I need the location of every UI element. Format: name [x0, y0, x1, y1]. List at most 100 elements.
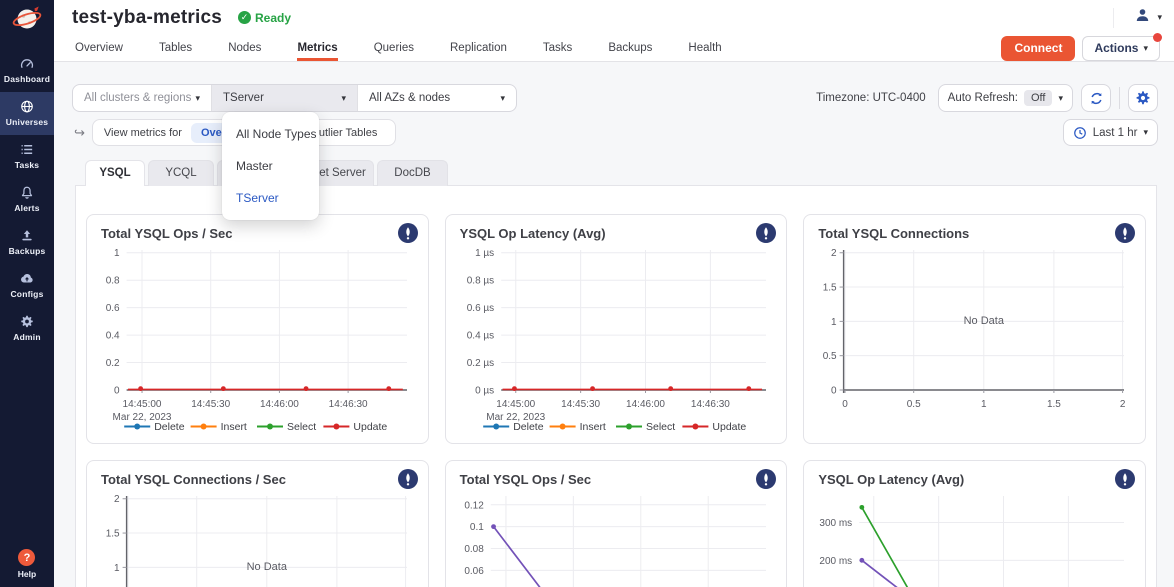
help-icon: ? [18, 549, 35, 566]
charts-panel: Total YSQL Ops / Sec 00.20.40.60.8114:45… [75, 185, 1157, 587]
svg-text:Insert: Insert [221, 421, 247, 433]
refresh-icon [1089, 91, 1104, 106]
clusters-regions-select[interactable]: All clusters & regions ▾ [73, 85, 212, 111]
line-chart: 00.20.40.60.8114:45:00Mar 22, 202314:45:… [97, 244, 417, 436]
actions-button[interactable]: Actions ▾ [1082, 36, 1160, 61]
chart-title: Total YSQL Ops / Sec [101, 226, 233, 241]
svg-text:0: 0 [831, 386, 837, 397]
svg-text:0.12: 0.12 [464, 500, 484, 511]
page-title: test-yba-metrics [72, 7, 222, 29]
chevron-down-icon: ▾ [1143, 127, 1148, 138]
node-type-dropdown-menu: All Node Types Master TServer [222, 112, 319, 220]
tab-queries[interactable]: Queries [374, 35, 414, 61]
chart-title: YSQL Op Latency (Avg) [460, 226, 606, 241]
actions-label: Actions [1094, 41, 1138, 55]
main-area: test-yba-metrics ✓ Ready ▾ Overview Tabl… [54, 0, 1174, 587]
settings-button[interactable] [1128, 84, 1158, 112]
clock-icon [1073, 126, 1087, 140]
svg-text:Select: Select [287, 421, 316, 433]
svg-text:0: 0 [114, 386, 120, 397]
status-text: Ready [255, 11, 291, 25]
sidebar: Dashboard Universes Tasks [0, 0, 54, 587]
svg-text:1: 1 [831, 317, 837, 328]
node-type-select[interactable]: TServer ▾ [212, 85, 358, 111]
chevron-down-icon: ▾ [1143, 43, 1148, 54]
chart-card-ysql-op-latency: YSQL Op Latency (Avg) 0 µs0.2 µs0.4 µs0.… [445, 214, 788, 444]
svg-text:1 µs: 1 µs [475, 248, 494, 259]
svg-text:1: 1 [981, 399, 987, 410]
sidebar-item-configs[interactable]: Configs [0, 264, 54, 307]
gear-icon [1135, 90, 1151, 106]
chevron-down-icon: ▾ [500, 93, 505, 104]
node-type-value: TServer [223, 92, 264, 104]
svg-text:0.08: 0.08 [464, 544, 484, 555]
auto-refresh-label: Auto Refresh: [948, 92, 1018, 104]
menu-item-master[interactable]: Master [222, 150, 319, 182]
cloud-icon [19, 271, 35, 286]
yugabyte-logo-icon[interactable] [10, 4, 44, 41]
tab-replication[interactable]: Replication [450, 35, 507, 61]
svg-text:Update: Update [353, 421, 387, 433]
check-icon: ✓ [238, 11, 251, 24]
universe-tabs: Overview Tables Nodes Metrics Queries Re… [75, 35, 722, 61]
svg-text:Delete: Delete [513, 421, 544, 433]
metric-tab-ycql[interactable]: YCQL [148, 160, 214, 186]
chart-card-total-ysql-connections-sec: Total YSQL Connections / Sec 00.511.5200… [86, 460, 429, 587]
tab-health[interactable]: Health [688, 35, 721, 61]
svg-text:0.2: 0.2 [106, 358, 120, 369]
menu-item-all-node-types[interactable]: All Node Types [222, 118, 319, 150]
view-metrics-label: View metrics for [101, 127, 182, 139]
chart-card-total-ysql-connections: Total YSQL Connections 00.511.5200.511.5… [803, 214, 1146, 444]
tab-tables[interactable]: Tables [159, 35, 192, 61]
sidebar-item-label: Universes [6, 117, 48, 127]
azs-nodes-value: All AZs & nodes [369, 92, 450, 104]
yugabyte-badge-icon [756, 469, 776, 489]
chevron-down-icon: ▾ [195, 93, 200, 104]
sidebar-item-help[interactable]: ? Help [18, 549, 36, 579]
sidebar-item-alerts[interactable]: Alerts [0, 178, 54, 221]
sidebar-nav: Dashboard Universes Tasks [0, 49, 54, 350]
connect-button[interactable]: Connect [1001, 36, 1075, 61]
svg-text:1.5: 1.5 [106, 529, 120, 540]
chart-card-total-ysql-ops-sec-node: Total YSQL Ops / Sec 00.020.040.060.080.… [445, 460, 788, 587]
line-chart: 00.020.040.060.080.10.1214:45:00Mar 22, … [456, 490, 776, 587]
svg-text:14:45:00: 14:45:00 [123, 399, 162, 410]
sidebar-item-backups[interactable]: Backups [0, 221, 54, 264]
sidebar-item-admin[interactable]: Admin [0, 307, 54, 350]
tab-backups[interactable]: Backups [608, 35, 652, 61]
svg-text:Select: Select [646, 421, 675, 433]
menu-item-tserver[interactable]: TServer [222, 182, 319, 214]
top-bar: test-yba-metrics ✓ Ready ▾ [54, 0, 1174, 35]
timezone-label: Timezone: UTC-0400 [816, 92, 926, 104]
sidebar-item-label: Dashboard [4, 74, 50, 84]
svg-text:14:46:00: 14:46:00 [626, 399, 665, 410]
universes-icon [19, 99, 35, 114]
tab-metrics[interactable]: Metrics [297, 35, 337, 61]
scope-selects: All clusters & regions ▾ TServer ▾ All A… [72, 84, 517, 112]
sidebar-item-tasks[interactable]: Tasks [0, 135, 54, 178]
yugabyte-badge-icon [398, 223, 418, 243]
sidebar-item-label: Help [18, 569, 36, 579]
azs-nodes-select[interactable]: All AZs & nodes ▾ [358, 85, 516, 111]
tab-overview[interactable]: Overview [75, 35, 123, 61]
universe-nav: Overview Tables Nodes Metrics Queries Re… [54, 35, 1174, 62]
sidebar-item-label: Backups [9, 246, 46, 256]
tab-tasks[interactable]: Tasks [543, 35, 572, 61]
svg-text:14:45:30: 14:45:30 [191, 399, 230, 410]
user-menu[interactable]: ▾ [1113, 7, 1174, 28]
filter-right: Timezone: UTC-0400 Auto Refresh: Off ▾ [816, 84, 1158, 112]
metric-tab-ysql[interactable]: YSQL [85, 160, 145, 186]
line-chart: 0 ms100 ms200 ms300 ms14:45:00Mar 22, 20… [814, 490, 1134, 587]
yugabyte-badge-icon [1115, 469, 1135, 489]
sidebar-item-dashboard[interactable]: Dashboard [0, 49, 54, 92]
auto-refresh-select[interactable]: Auto Refresh: Off ▾ [938, 84, 1073, 112]
refresh-button[interactable] [1081, 84, 1111, 112]
yugabyte-badge-icon [756, 223, 776, 243]
yba-metrics-page: Dashboard Universes Tasks [0, 0, 1174, 587]
svg-text:14:46:30: 14:46:30 [329, 399, 368, 410]
metric-tab-docdb[interactable]: DocDB [377, 160, 448, 186]
time-range-select[interactable]: Last 1 hr ▾ [1063, 119, 1158, 146]
sidebar-item-universes[interactable]: Universes [0, 92, 54, 135]
tab-nodes[interactable]: Nodes [228, 35, 261, 61]
empty-chart: 00.511.5200.511.52No Data [814, 244, 1134, 436]
